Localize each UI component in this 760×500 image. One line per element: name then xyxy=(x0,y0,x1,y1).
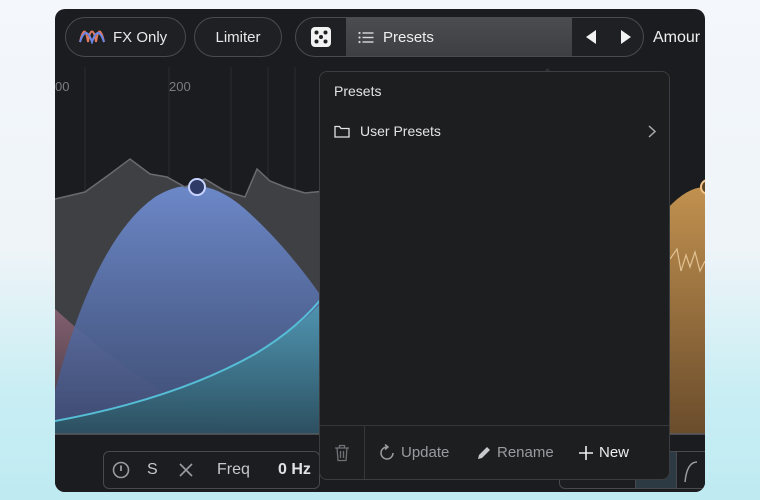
new-preset-button[interactable]: New xyxy=(578,426,629,479)
remove-band-button[interactable] xyxy=(179,452,193,487)
update-button[interactable]: Update xyxy=(378,426,449,479)
fx-waveform-icon xyxy=(79,26,105,48)
list-icon xyxy=(358,31,374,43)
menu-item-user-presets[interactable]: User Presets xyxy=(334,120,656,142)
rename-label: Rename xyxy=(497,444,554,461)
trash-icon xyxy=(335,444,349,461)
app-window: 00 200 FX Only Limiter Presets Amour S F… xyxy=(55,9,705,492)
next-preset-button[interactable] xyxy=(608,18,643,56)
power-icon xyxy=(112,461,130,478)
orange-band-fill xyxy=(667,187,705,434)
limiter-button[interactable]: Limiter xyxy=(194,17,282,57)
freq-label: Freq xyxy=(217,460,250,478)
new-label: New xyxy=(599,444,630,461)
folder-icon xyxy=(334,125,350,138)
close-icon xyxy=(179,462,193,477)
dice-icon xyxy=(311,27,331,47)
dropdown-footer: Update Rename New xyxy=(320,425,669,479)
freq-tick: 00 xyxy=(55,79,70,94)
chevron-right-icon xyxy=(648,124,656,138)
solo-button[interactable]: S xyxy=(147,452,158,487)
amount-label: Amour xyxy=(653,29,701,46)
previous-preset-button[interactable] xyxy=(573,18,609,56)
update-label: Update xyxy=(401,444,450,461)
eq-node-blue[interactable] xyxy=(188,178,206,196)
triangle-right-icon xyxy=(621,30,631,44)
shelf-curve-icon xyxy=(684,461,698,483)
presets-dropdown: Presets User Presets Update Rename New xyxy=(319,71,670,480)
freq-value[interactable]: 0 Hz xyxy=(278,452,311,487)
preset-name: Presets xyxy=(383,28,434,46)
refresh-icon xyxy=(380,443,394,460)
limiter-label: Limiter xyxy=(215,28,261,46)
pencil-icon xyxy=(478,446,490,459)
menu-item-label: User Presets xyxy=(360,123,441,139)
band-shape-option[interactable] xyxy=(676,451,705,489)
dropdown-header: Presets xyxy=(334,83,382,99)
triangle-left-icon xyxy=(586,30,596,44)
freq-tick: 200 xyxy=(169,79,191,94)
random-preset-button[interactable] xyxy=(297,18,345,56)
fx-only-label: FX Only xyxy=(113,28,168,46)
top-toolbar: FX Only Limiter Presets Amour xyxy=(55,9,705,67)
rename-button[interactable]: Rename xyxy=(476,426,554,479)
power-button[interactable] xyxy=(112,452,130,487)
preset-selector: Presets xyxy=(295,17,644,57)
fx-only-button[interactable]: FX Only xyxy=(65,17,186,57)
delete-preset-button[interactable] xyxy=(320,426,365,479)
preset-name-button[interactable]: Presets xyxy=(346,18,572,56)
band-controls: S Freq 0 Hz xyxy=(103,451,320,489)
plus-icon xyxy=(579,445,593,460)
